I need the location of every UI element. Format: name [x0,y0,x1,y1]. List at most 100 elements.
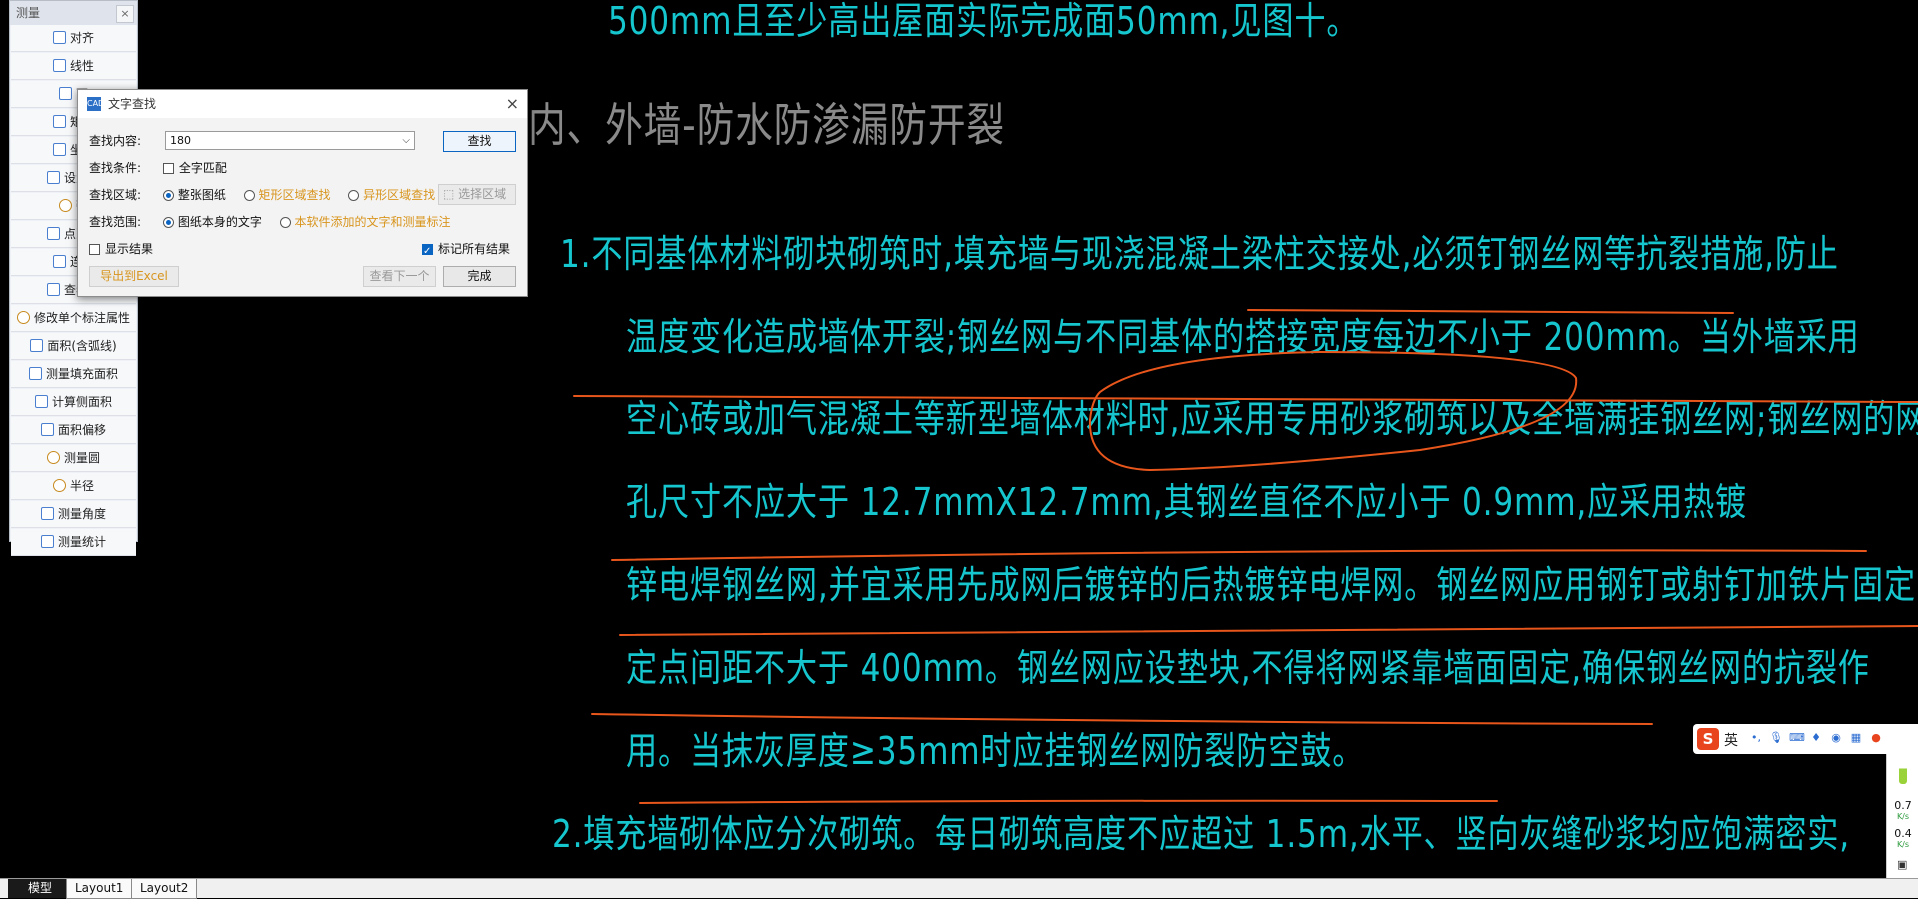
condition-row: 查找条件: 全字匹配 [89,158,227,178]
markup-underline [619,625,1918,636]
area-rect-label[interactable]: 矩形区域查找 [259,188,331,202]
tool-side-area[interactable]: 计算侧面积 [11,389,136,416]
find-button[interactable]: 查找 [443,131,516,152]
area-rect-radio[interactable] [243,190,255,201]
tool-label: 对齐 [69,31,94,45]
tool-label: 测量角度 [57,507,106,521]
whole-match-checkbox[interactable] [162,163,174,174]
scope-added-label[interactable]: 本软件添加的文字和测量标注 [295,215,451,229]
keyboard-icon[interactable]: ⌨ [1789,731,1805,745]
tab-layout2[interactable]: Layout2 [131,879,198,899]
grid-icon[interactable]: ▦ [1849,731,1863,745]
scope-added-radio[interactable] [279,217,291,228]
markup-underline [639,799,1498,804]
tab-layout1[interactable]: Layout1 [66,879,133,899]
align-dim-icon [52,31,66,44]
statistics-icon [40,535,54,548]
download-unit: K/s [1896,840,1910,849]
layout-tab-bar: 模型 Layout1 Layout2 [0,878,1918,899]
microphone-icon[interactable]: 🎙 [1769,731,1783,745]
measure-palette-title-text: 测量 [16,6,41,20]
markup-underline [591,713,1653,725]
close-icon[interactable]: × [116,5,134,23]
tool-statistics[interactable]: 测量统计 [11,529,136,556]
tool-radius[interactable]: 半径 [11,473,136,500]
app-icon: CAD [87,97,104,111]
view-next-button[interactable]: 查看下一个 [363,266,436,287]
area-whole-label[interactable]: 整张图纸 [178,188,226,202]
chevron-down-icon[interactable]: ⌵ [402,132,410,149]
dialog-title: 文字查找 [108,97,157,111]
measure-palette-title: 测量 × [10,1,137,25]
find-content-value: 180 [170,134,191,147]
mascot-icon[interactable]: ● [1869,731,1883,745]
markup-underline [611,549,1867,561]
coordinate-icon [52,143,66,156]
skin-icon[interactable]: ♦ [1809,731,1823,745]
area-whole-radio[interactable] [162,190,174,201]
dialog-titlebar[interactable]: CAD 文字查找 × [78,90,527,118]
continuous-dim-icon [52,255,66,268]
ime-logo[interactable]: S [1697,728,1719,750]
tool-label: 修改单个标注属性 [33,311,130,325]
side-area-icon [34,395,48,408]
scope-row: 查找范围: 图纸本身的文字 本软件添加的文字和测量标注 [89,212,451,232]
upload-unit: K/s [1896,812,1910,821]
area-irregular-label[interactable]: 异形区域查找 [363,188,435,202]
scale-icon [46,171,60,184]
edit-dim-icon [16,311,30,324]
markup-underline [573,395,1918,403]
view-icon [46,283,60,296]
gamepad-icon[interactable]: ◉ [1829,731,1843,745]
ime-language[interactable]: 英 [1724,730,1738,750]
tool-align-dimension[interactable]: 对齐 [11,25,136,52]
tool-hatch-area[interactable]: 测量填充面积 [11,361,136,388]
select-area-icon: ⬚ [443,187,459,201]
punctuation-icon[interactable]: •, [1749,731,1763,745]
ime-toolbar: S 英 •, 🎙 ⌨ ♦ ◉ ▦ ● [1693,724,1918,754]
angle-icon [40,507,54,520]
mark-all-row: 标记所有结果 [422,239,510,262]
close-icon[interactable]: × [506,90,519,118]
tool-area-offset[interactable]: 面积偏移 [11,417,136,444]
area-label: 查找区域: [89,188,142,202]
find-content-input[interactable]: 180 ⌵ [165,131,415,150]
export-excel-button[interactable]: 导出到Excel [89,266,179,287]
camera-icon[interactable]: ▣ [1897,858,1907,871]
tab-model[interactable]: 模型 [8,879,72,898]
tool-label: 测量统计 [57,535,106,549]
find-content-label: 查找内容: [89,134,142,148]
area-irregular-radio[interactable] [348,190,360,201]
scope-label: 查找范围: [89,215,142,229]
point-line-icon [46,227,60,240]
mark-all-label[interactable]: 标记所有结果 [438,242,510,256]
tool-angle[interactable]: 测量角度 [11,501,136,528]
done-button[interactable]: 完成 [443,266,516,287]
whole-match-label[interactable]: 全字匹配 [179,161,227,175]
area-arc-icon [30,339,44,352]
tool-label: 测量填充面积 [45,367,118,381]
download-speed: 0.4 [1894,827,1912,840]
select-area-button[interactable]: ⬚ 选择区域 [438,184,516,205]
radius-icon [52,479,66,492]
tool-label: 半径 [69,479,94,493]
battery-icon [1899,762,1907,784]
show-results-row: 显示结果 [89,239,153,259]
tool-area-arc[interactable]: 面积(含弧线) [11,333,136,360]
tool-linear-dimension[interactable]: 线性 [11,53,136,80]
area-icon [58,87,72,100]
show-results-label[interactable]: 显示结果 [105,242,153,256]
hatch-area-icon [28,367,42,380]
mark-all-checkbox[interactable] [422,242,433,262]
scope-drawing-radio[interactable] [162,217,174,228]
show-results-checkbox[interactable] [89,244,100,255]
tool-label: 面积偏移 [57,423,106,437]
tool-label: 线性 [69,59,94,73]
tool-circle[interactable]: 测量圆 [11,445,136,472]
rectangle-icon [52,115,66,128]
circle-icon [46,451,60,464]
arc-icon [58,199,72,212]
condition-label: 查找条件: [89,161,142,175]
scope-drawing-label[interactable]: 图纸本身的文字 [178,215,262,229]
tool-edit-dimension[interactable]: 修改单个标注属性 [11,305,136,332]
